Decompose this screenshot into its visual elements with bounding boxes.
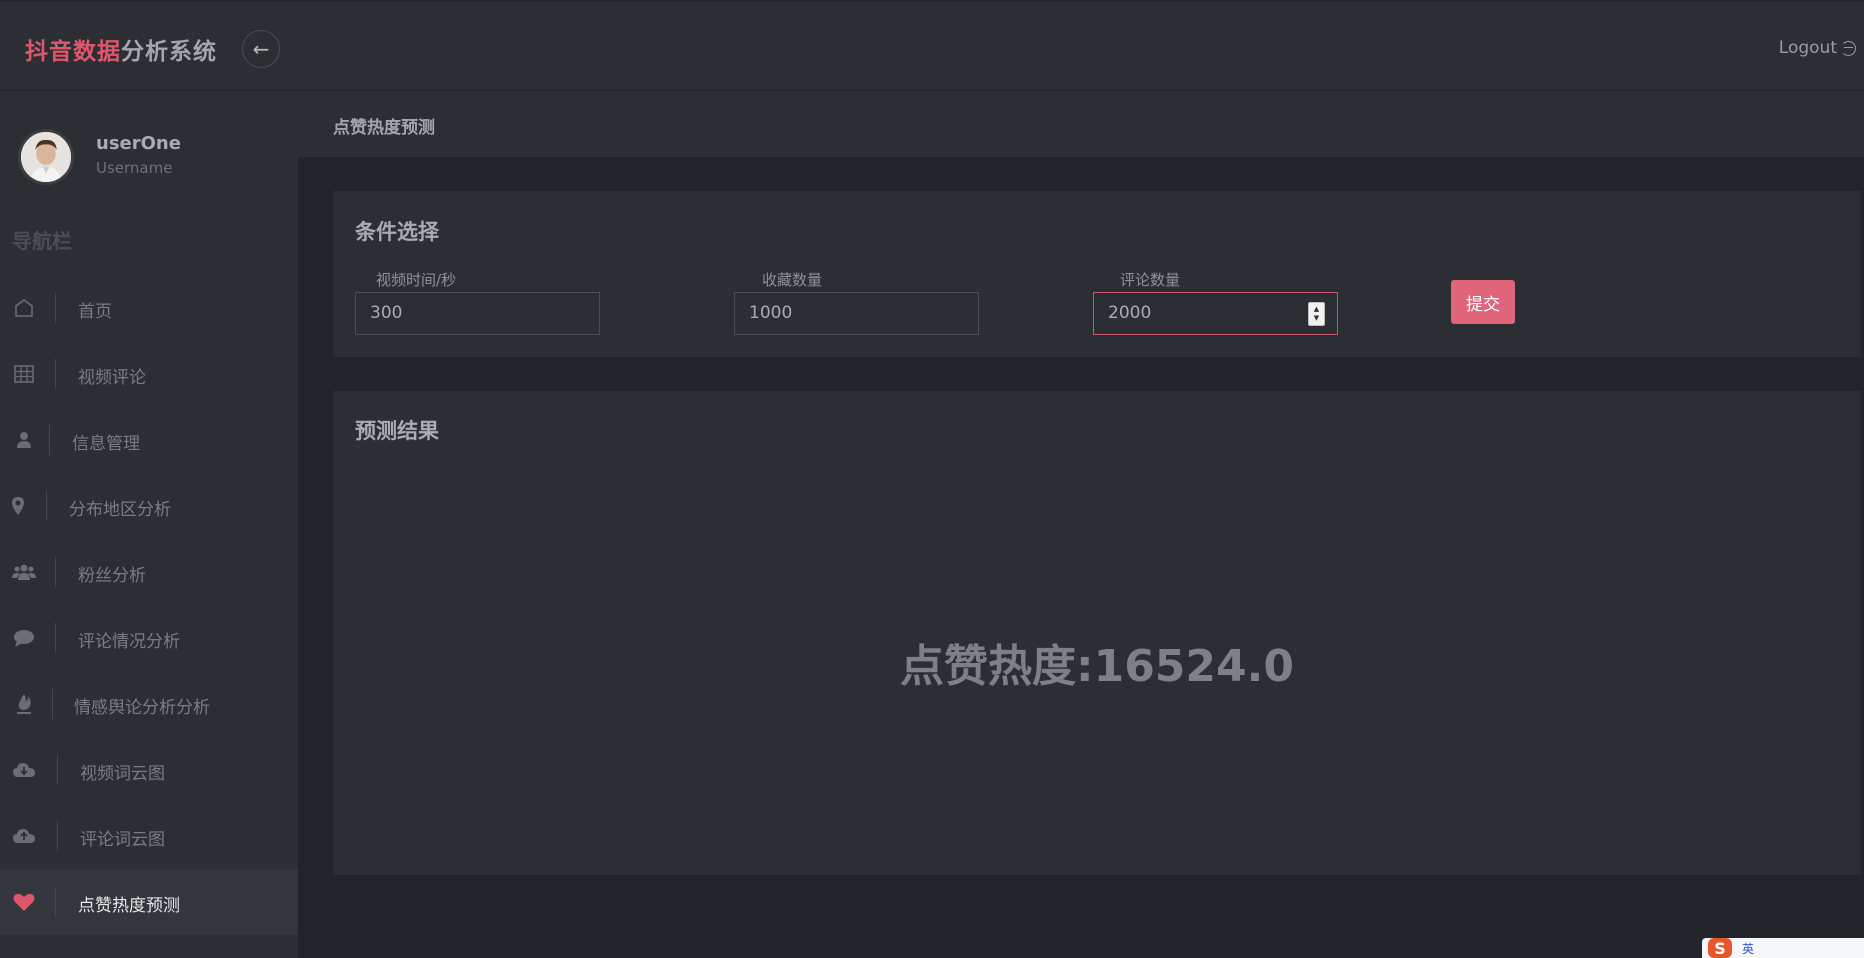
prediction-result: 点赞热度:16524.0 [899, 641, 1294, 692]
number-spinner[interactable]: ▲ ▼ [1308, 302, 1325, 326]
sidebar-item-label: 粉丝分析 [78, 566, 146, 586]
sidebar-item-comment-analysis[interactable]: 评论情况分析 [0, 605, 298, 671]
logout-link[interactable]: Logout [1779, 38, 1856, 58]
ime-logo-icon: S [1708, 938, 1732, 958]
avatar [18, 129, 74, 185]
sidebar-item-likes-prediction[interactable]: 点赞热度预测 [0, 869, 298, 935]
favorites-count-label: 收藏数量 [762, 271, 823, 289]
nav-divider [57, 755, 58, 785]
video-duration-input[interactable]: 300 [355, 292, 600, 335]
comments-count-value: 2000 [1108, 303, 1152, 323]
nav-divider [57, 821, 58, 851]
breadcrumb-bar: 点赞热度预测 [298, 91, 1864, 157]
nav-divider [55, 359, 56, 389]
sidebar-item-label: 点赞热度预测 [78, 896, 180, 916]
ime-mode: 英 [1742, 941, 1755, 956]
sidebar-item-sentiment-analysis[interactable]: 情感舆论分析分析 [0, 671, 298, 737]
sidebar-toggle-button[interactable]: ← [242, 30, 280, 68]
chat-bubble-icon [12, 627, 36, 649]
user-profile: userOne Username [18, 129, 278, 189]
result-title: 预测结果 [355, 419, 439, 443]
grid-icon [12, 363, 36, 385]
favorites-count-value: 1000 [749, 303, 793, 323]
cloud-upload-icon [12, 825, 36, 847]
sidebar-item-label: 情感舆论分析分析 [74, 698, 210, 718]
nav-divider [55, 293, 56, 323]
sidebar-item-label: 视频评论 [78, 368, 146, 388]
sidebar-item-label: 信息管理 [72, 434, 140, 454]
sidebar-item-label: 评论情况分析 [78, 632, 180, 652]
sidebar-item-label: 视频词云图 [80, 764, 165, 784]
nav-divider [55, 887, 56, 917]
nav-divider [52, 689, 53, 719]
comments-count-label: 评论数量 [1120, 271, 1181, 289]
sidebar-item-label: 评论词云图 [80, 830, 165, 850]
comments-count-input[interactable]: 2000 ▲ ▼ [1093, 292, 1338, 335]
avatar-image [21, 132, 71, 182]
logout-label: Logout [1778, 38, 1837, 58]
brand-rest: 分析系统 [121, 39, 217, 65]
user-role: Username [96, 159, 173, 177]
logout-icon [1841, 40, 1856, 56]
sidebar-item-region-analysis[interactable]: 分布地区分析 [0, 473, 298, 539]
sidebar-item-info-management[interactable]: 信息管理 [0, 407, 298, 473]
spinner-down-icon: ▼ [1313, 314, 1320, 322]
sidebar-item-comment-wordcloud[interactable]: 评论词云图 [0, 803, 298, 869]
sidebar-item-video-wordcloud[interactable]: 视频词云图 [0, 737, 298, 803]
home-icon [12, 297, 36, 319]
user-name: userOne [96, 133, 181, 154]
nav-divider [46, 491, 47, 521]
user-icon [12, 429, 36, 451]
brand-accent: 抖音数据 [25, 39, 121, 65]
sidebar-item-fans-analysis[interactable]: 粉丝分析 [0, 539, 298, 605]
conditions-title: 条件选择 [355, 220, 439, 244]
cloud-download-icon [12, 759, 36, 781]
sidebar-nav: 首页 视频评论 信息管理 分布地区分析 粉丝分析 评论情况分析 情感舆论分析分析… [0, 275, 298, 935]
breadcrumb: 点赞热度预测 [333, 118, 435, 138]
video-duration-value: 300 [370, 303, 403, 323]
video-duration-label: 视频时间/秒 [376, 271, 457, 289]
sidebar-item-label: 首页 [78, 302, 112, 322]
favorites-count-input[interactable]: 1000 [734, 292, 979, 335]
ime-toolbar[interactable]: S 英 [1702, 938, 1864, 958]
top-header: 抖音数据分析系统 ← Logout [0, 2, 1864, 90]
submit-button[interactable]: 提交 [1451, 280, 1515, 324]
sidebar: userOne Username 导航栏 首页 视频评论 信息管理 分布地区分析… [0, 91, 298, 958]
users-icon [12, 561, 36, 583]
map-pin-icon [6, 495, 30, 517]
sidebar-item-home[interactable]: 首页 [0, 275, 298, 341]
fire-icon [12, 693, 36, 715]
nav-divider [49, 425, 50, 455]
nav-divider [55, 557, 56, 587]
nav-heading: 导航栏 [12, 229, 72, 253]
sidebar-item-video-comments[interactable]: 视频评论 [0, 341, 298, 407]
sidebar-item-label: 分布地区分析 [69, 500, 171, 520]
spinner-up-icon: ▲ [1313, 305, 1320, 313]
arrow-left-icon: ← [252, 37, 270, 61]
heart-icon [12, 891, 36, 913]
nav-divider [55, 623, 56, 653]
app-brand: 抖音数据分析系统 [25, 32, 217, 66]
